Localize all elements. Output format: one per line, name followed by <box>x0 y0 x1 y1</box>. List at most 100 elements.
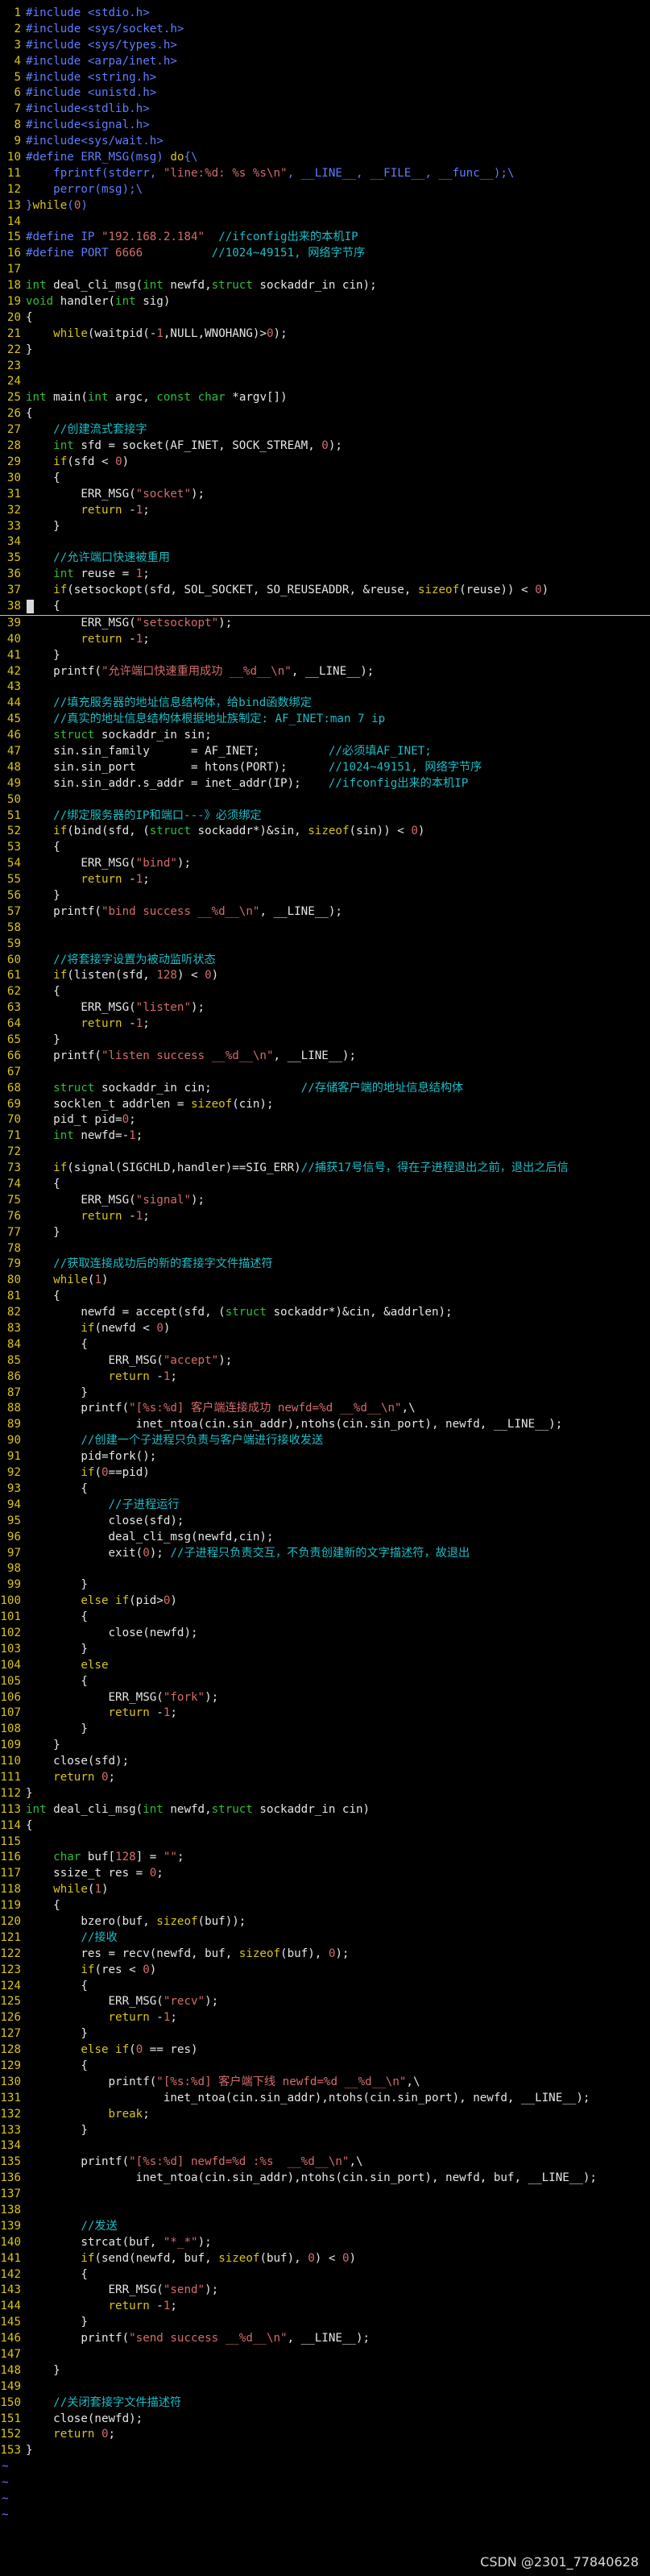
code-line[interactable]: 153} <box>0 2443 650 2459</box>
code-line[interactable]: 17 <box>0 262 650 278</box>
code-line[interactable]: 61 if(listen(sfd, 128) < 0) <box>0 968 650 984</box>
code-line[interactable]: 88 printf("[%s:%d] 客户端连接成功 newfd=%d __%d… <box>0 1401 650 1417</box>
code-line[interactable]: 147 <box>0 2347 650 2363</box>
code-line[interactable]: 41 } <box>0 648 650 664</box>
code-line[interactable]: 152 return 0; <box>0 2427 650 2443</box>
code-line[interactable]: 91 pid=fork(); <box>0 1449 650 1465</box>
code-line[interactable]: 120 bzero(buf, sizeof(buf)); <box>0 1914 650 1930</box>
code-line[interactable]: 9 #include<sys/wait.h> <box>0 134 650 150</box>
code-line[interactable]: 29 if(sfd < 0) <box>0 455 650 471</box>
code-line[interactable]: 77 } <box>0 1225 650 1241</box>
code-line[interactable]: 33 } <box>0 519 650 535</box>
code-line[interactable]: 6 #include <unistd.h> <box>0 85 650 102</box>
code-line[interactable]: 105 { <box>0 1674 650 1690</box>
code-line[interactable]: 143 ERR_MSG("send"); <box>0 2283 650 2299</box>
code-line[interactable]: 15 #define IP "192.168.2.184" //ifconfig出… <box>0 230 650 246</box>
code-line[interactable]: 68 struct sockaddr_in cin; //存储客户端的地址信息结… <box>0 1081 650 1097</box>
code-line[interactable]: 3 #include <sys/types.h> <box>0 38 650 54</box>
code-line[interactable]: 79 //获取连接成功后的新的套接字文件描述符 <box>0 1257 650 1273</box>
code-line[interactable]: 25 int main(int argc, const char *argv[]) <box>0 390 650 406</box>
code-line[interactable]: 10 #define ERR_MSG(msg) do{\ <box>0 150 650 166</box>
code-line[interactable]: 111 return 0; <box>0 1770 650 1786</box>
code-line[interactable]: 103 } <box>0 1642 650 1658</box>
code-line[interactable]: 101 { <box>0 1610 650 1626</box>
code-line[interactable]: 27 //创建流式套接字 <box>0 422 650 438</box>
code-line[interactable]: 64 return -1; <box>0 1016 650 1032</box>
code-line[interactable]: 57 printf("bind success __%d__\n", __LIN… <box>0 904 650 920</box>
code-line[interactable]: 119 { <box>0 1898 650 1914</box>
code-line[interactable]: 123 if(res < 0) <box>0 1963 650 1979</box>
code-line[interactable]: 140 strcat(buf, "*_*"); <box>0 2235 650 2251</box>
code-line[interactable]: 136 inet_ntoa(cin.sin_addr),ntohs(cin.si… <box>0 2171 650 2187</box>
code-line[interactable]: 151 close(newfd); <box>0 2412 650 2428</box>
code-line[interactable]: 47 sin.sin_family = AF_INET; //必须填AF_INE… <box>0 744 650 760</box>
code-line[interactable]: 148 } <box>0 2363 650 2379</box>
code-line[interactable]: 84 { <box>0 1337 650 1353</box>
code-line[interactable]: 19 void handler(int sig) <box>0 294 650 310</box>
code-line[interactable]: 49 sin.sin_addr.s_addr = inet_addr(IP); … <box>0 776 650 792</box>
code-line[interactable]: 131 inet_ntoa(cin.sin_addr),ntohs(cin.si… <box>0 2091 650 2107</box>
code-line[interactable]: 81 { <box>0 1289 650 1305</box>
code-line[interactable]: 26 { <box>0 406 650 422</box>
code-line[interactable]: 146 printf("send success __%d__\n", __LI… <box>0 2331 650 2347</box>
code-line[interactable]: 126 return -1; <box>0 2010 650 2026</box>
code-line[interactable]: 42 printf("允许端口快速重用成功 __%d__\n", __LINE_… <box>0 664 650 680</box>
code-line[interactable]: 93 { <box>0 1481 650 1498</box>
code-line[interactable]: 35 //允许端口快速被重用 <box>0 551 650 567</box>
code-line[interactable]: 18 int deal_cli_msg(int newfd,struct sock… <box>0 278 650 294</box>
code-line[interactable]: 44 //填充服务器的地址信息结构体，给bind函数绑定 <box>0 696 650 712</box>
code-line[interactable]: 85 ERR_MSG("accept"); <box>0 1353 650 1369</box>
code-line[interactable]: 102 close(newfd); <box>0 1626 650 1642</box>
code-line[interactable]: 132 break; <box>0 2107 650 2123</box>
code-line[interactable]: 106 ERR_MSG("fork"); <box>0 1690 650 1706</box>
code-line[interactable]: 127 } <box>0 2026 650 2042</box>
code-line[interactable]: 22} <box>0 343 650 359</box>
code-line[interactable]: 12 perror(msg);\ <box>0 182 650 198</box>
code-line[interactable]: 58 <box>0 920 650 937</box>
code-line[interactable]: 66 printf("listen success __%d__\n", __L… <box>0 1049 650 1065</box>
code-line[interactable]: 128 else if(0 == res) <box>0 2042 650 2059</box>
code-line[interactable]: 82 newfd = accept(sfd, (struct sockaddr*… <box>0 1305 650 1321</box>
code-line[interactable]: 28 int sfd = socket(AF_INET, SOCK_STREAM… <box>0 438 650 455</box>
code-line[interactable]: 56 } <box>0 888 650 904</box>
code-line[interactable]: 95 close(sfd); <box>0 1514 650 1530</box>
code-line[interactable]: 11 fprintf(stderr, "line:%d: %s %s\n", _… <box>0 166 650 182</box>
code-line[interactable]: 129 { <box>0 2059 650 2075</box>
code-line[interactable]: 69 socklen_t addrlen = sizeof(cin); <box>0 1097 650 1113</box>
code-line[interactable]: 122 res = recv(newfd, buf, sizeof(buf), … <box>0 1947 650 1963</box>
code-line[interactable]: 110 close(sfd); <box>0 1754 650 1770</box>
code-line[interactable]: 80 while(1) <box>0 1273 650 1289</box>
code-line[interactable]: 114 { <box>0 1818 650 1834</box>
code-line[interactable]: 108 } <box>0 1722 650 1738</box>
code-line[interactable]: 144 return -1; <box>0 2299 650 2315</box>
code-line[interactable]: 32 return -1; <box>0 503 650 519</box>
code-line[interactable]: 40 return -1; <box>0 632 650 648</box>
code-line[interactable]: 109 } <box>0 1738 650 1754</box>
code-line[interactable]: 31 ERR_MSG("socket"); <box>0 487 650 503</box>
code-line[interactable]: 83 if(newfd < 0) <box>0 1321 650 1337</box>
code-line[interactable]: 63 ERR_MSG("listen"); <box>0 1000 650 1016</box>
code-line[interactable]: 46 struct sockaddr_in sin; <box>0 728 650 744</box>
code-line[interactable]: 92 if(0==pid) <box>0 1465 650 1481</box>
code-line[interactable]: 150 //关闭套接字文件描述符 <box>0 2395 650 2412</box>
code-line[interactable]: 71 int newfd=-1; <box>0 1128 650 1145</box>
code-line[interactable]: 104 else <box>0 1658 650 1674</box>
code-line[interactable]: 115 <box>0 1834 650 1851</box>
code-line[interactable]: 117 ssize_t res = 0; <box>0 1866 650 1882</box>
code-line[interactable]: 60 //将套接字设置为被动监听状态 <box>0 953 650 969</box>
code-line[interactable]: 20 { <box>0 310 650 326</box>
code-line[interactable]: 37 if(setsockopt(sfd, SOL_SOCKET, SO_REU… <box>0 583 650 599</box>
code-line[interactable]: 34 <box>0 534 650 551</box>
code-editor[interactable]: 1 #include <stdio.h> 2 #include <sys/socket… <box>0 0 650 2576</box>
code-line[interactable]: 97 exit(0); //子进程只负责交互，不负责创建新的文字描述符，故退出 <box>0 1546 650 1562</box>
code-line[interactable]: 134 <box>0 2138 650 2154</box>
code-line[interactable]: 99 } <box>0 1577 650 1593</box>
code-line[interactable]: 135 printf("[%s:%d] newfd=%d :%s __%d__\… <box>0 2154 650 2171</box>
code-line[interactable]: 54 ERR_MSG("bind"); <box>0 856 650 872</box>
code-line[interactable]: 113 int deal_cli_msg(int newfd,struct soc… <box>0 1802 650 1818</box>
code-line[interactable]: 72 <box>0 1145 650 1161</box>
code-line[interactable]: 51 //绑定服务器的IP和端口---》必须绑定 <box>0 808 650 825</box>
code-line[interactable]: 13}while(0) <box>0 198 650 214</box>
code-line[interactable]: 130 printf("[%s:%d] 客户端下线 newfd=%d __%d_… <box>0 2075 650 2091</box>
code-line[interactable]: 86 return -1; <box>0 1369 650 1386</box>
